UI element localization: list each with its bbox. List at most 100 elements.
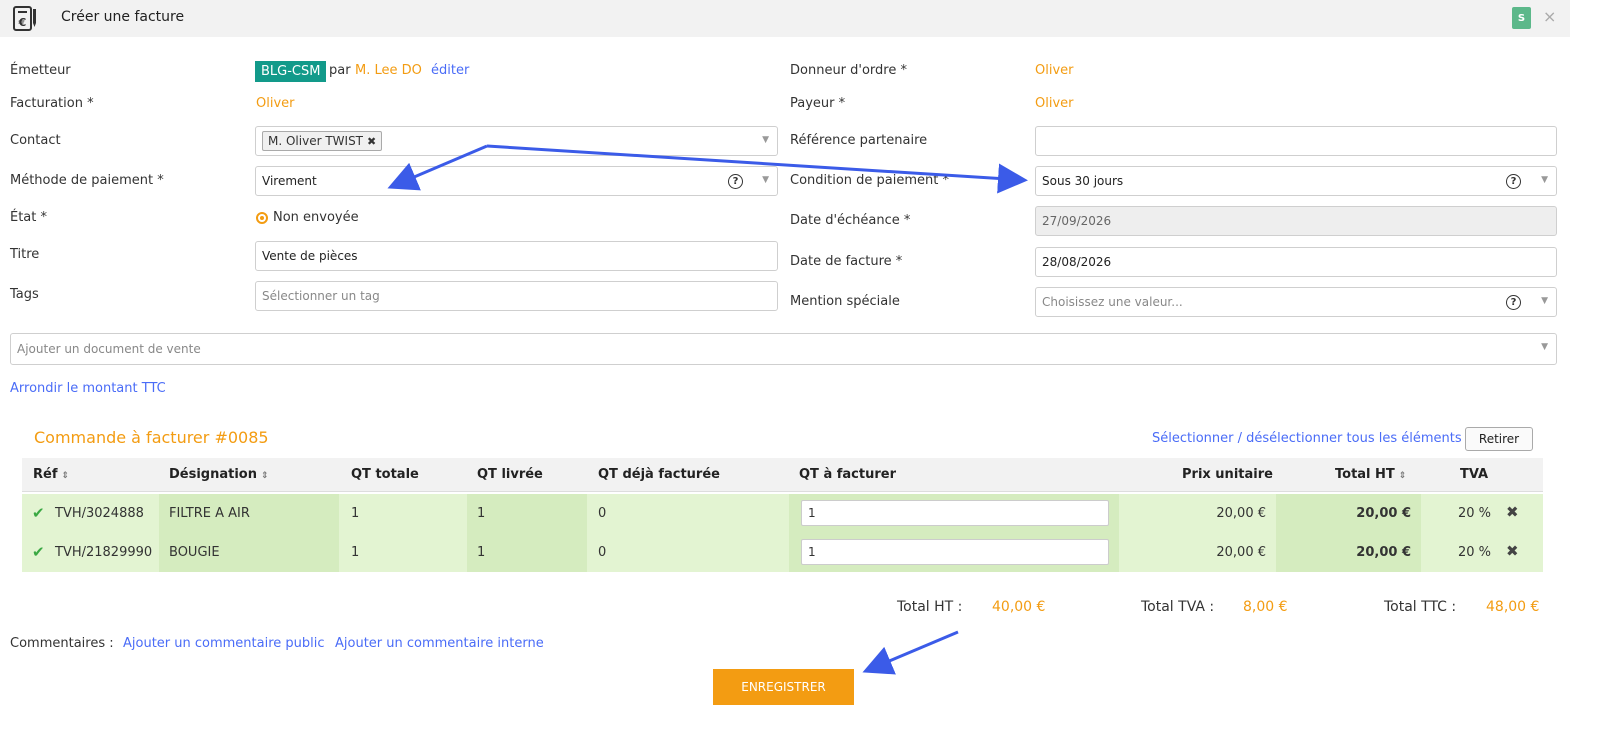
condition-value: Sous 30 jours xyxy=(1042,174,1124,188)
etat-label: État * xyxy=(10,210,48,225)
echeance-label: Date d'échéance * xyxy=(790,213,911,228)
dialog-header: € Créer une facture xyxy=(0,0,1570,37)
chevron-down-icon: ▼ xyxy=(1541,175,1548,185)
row-tva: 20 % xyxy=(1457,545,1491,560)
svg-text:€: € xyxy=(18,16,27,29)
tags-input[interactable]: Sélectionner un tag xyxy=(255,281,778,311)
payeur-value[interactable]: Oliver xyxy=(1035,96,1074,111)
emetteur-by: par xyxy=(329,63,351,78)
total-tva-label: Total TVA : xyxy=(1141,599,1215,615)
check-icon: ✔ xyxy=(32,543,45,561)
row-prix-unitaire: 20,00 € xyxy=(1216,506,1266,521)
row-designation: FILTRE A AIR xyxy=(169,506,250,521)
condition-label: Condition de paiement * xyxy=(790,173,950,188)
methode-label: Méthode de paiement * xyxy=(10,173,164,188)
col-qt-totale: QT totale xyxy=(351,467,419,482)
col-designation[interactable]: Désignation ⇕ xyxy=(169,467,269,482)
row-total-ht: 20,00 € xyxy=(1356,506,1411,521)
sales-document-placeholder: Ajouter un document de vente xyxy=(17,342,201,356)
help-icon[interactable]: ? xyxy=(1506,295,1521,310)
close-icon[interactable]: × xyxy=(1543,9,1556,25)
reference-label: Référence partenaire xyxy=(790,133,928,148)
order-title: Commande à facturer #0085 xyxy=(34,428,269,447)
mention-select[interactable]: Choisissez une valeur... ? ▼ xyxy=(1035,287,1557,317)
row-qt-livree: 1 xyxy=(477,506,486,521)
total-ht-value: 40,00 € xyxy=(992,599,1046,615)
mention-label: Mention spéciale xyxy=(790,294,900,309)
col-tva: TVA xyxy=(1460,467,1489,482)
donneur-value[interactable]: Oliver xyxy=(1035,63,1074,78)
row-prix-unitaire: 20,00 € xyxy=(1216,545,1266,560)
edit-emetteur-link[interactable]: éditer xyxy=(431,63,469,78)
date-facture-input[interactable]: 28/08/2026 xyxy=(1035,247,1557,277)
condition-select[interactable]: Sous 30 jours ? ▼ xyxy=(1035,166,1557,196)
row-ref: TVH/21829990 xyxy=(55,545,153,560)
user-badge[interactable]: S xyxy=(1512,7,1531,29)
contact-chip-label: M. Oliver TWIST xyxy=(268,134,364,148)
chevron-down-icon: ▼ xyxy=(1541,342,1548,352)
invoice-euro-icon: € xyxy=(13,6,36,31)
remove-button[interactable]: Retirer xyxy=(1465,427,1533,451)
facturation-value[interactable]: Oliver xyxy=(256,96,295,111)
emetteur-badge: BLG-CSM xyxy=(255,61,327,82)
col-ref[interactable]: Réf ⇕ xyxy=(33,467,69,482)
row-qt-totale: 1 xyxy=(351,506,360,521)
col-prix-unitaire: Prix unitaire xyxy=(1182,467,1273,482)
reference-input[interactable] xyxy=(1035,126,1557,156)
remove-contact-icon[interactable]: ✖ xyxy=(367,135,376,148)
arrow-to-save xyxy=(862,630,959,675)
emetteur-label: Émetteur xyxy=(10,63,71,78)
check-icon: ✔ xyxy=(32,504,45,522)
add-public-comment-link[interactable]: Ajouter un commentaire public xyxy=(123,636,325,651)
total-tva-value: 8,00 € xyxy=(1243,599,1288,615)
col-total-ht[interactable]: Total HT ⇕ xyxy=(1335,467,1406,482)
qty-input[interactable]: 1 xyxy=(801,539,1109,565)
row-ref: TVH/3024888 xyxy=(55,506,144,521)
sales-document-select[interactable]: Ajouter un document de vente ▼ xyxy=(10,333,1557,365)
etat-value: Non envoyée xyxy=(273,210,359,225)
dialog-title: Créer une facture xyxy=(61,9,185,25)
row-qt-totale: 1 xyxy=(351,545,360,560)
methode-select[interactable]: Virement ? ▼ xyxy=(255,166,778,196)
facturation-label: Facturation * xyxy=(10,96,94,111)
chevron-down-icon: ▼ xyxy=(762,175,769,185)
titre-value: Vente de pièces xyxy=(262,249,358,263)
table-row[interactable]: ✔ TVH/3024888 FILTRE A AIR 1 1 0 1 20,00… xyxy=(22,494,1543,533)
row-tva: 20 % xyxy=(1457,506,1491,521)
titre-label: Titre xyxy=(10,247,40,262)
chevron-down-icon: ▼ xyxy=(1541,296,1548,306)
remove-row-icon[interactable]: ✖ xyxy=(1506,542,1519,560)
contact-label: Contact xyxy=(10,133,61,148)
total-ttc-label: Total TTC : xyxy=(1384,599,1457,615)
date-facture-label: Date de facture * xyxy=(790,254,903,269)
select-all-link[interactable]: Sélectionner / désélectionner tous les é… xyxy=(1152,431,1462,446)
sort-icon: ⇕ xyxy=(261,471,269,481)
chevron-down-icon: ▼ xyxy=(762,135,769,145)
qty-input[interactable]: 1 xyxy=(801,500,1109,526)
tags-label: Tags xyxy=(10,287,39,302)
contact-select[interactable]: M. Oliver TWIST ✖ ▼ xyxy=(255,126,778,156)
row-designation: BOUGIE xyxy=(169,545,220,560)
add-internal-comment-link[interactable]: Ajouter un commentaire interne xyxy=(335,636,544,651)
tags-placeholder: Sélectionner un tag xyxy=(262,289,380,303)
table-row[interactable]: ✔ TVH/21829990 BOUGIE 1 1 0 1 20,00 € 20… xyxy=(22,533,1543,572)
col-qt-livree: QT livrée xyxy=(477,467,543,482)
mention-placeholder: Choisissez une valeur... xyxy=(1042,295,1183,309)
comments-label: Commentaires : xyxy=(10,636,114,651)
col-qt-deja: QT déjà facturée xyxy=(598,467,720,482)
help-icon[interactable]: ? xyxy=(1506,174,1521,189)
total-ht-label: Total HT : xyxy=(897,599,963,615)
etat-radio[interactable] xyxy=(256,212,268,224)
emetteur-person: M. Lee DO xyxy=(355,63,422,78)
titre-input[interactable]: Vente de pièces xyxy=(255,241,778,271)
row-qt-deja: 0 xyxy=(598,506,607,521)
total-ttc-value: 48,00 € xyxy=(1486,599,1540,615)
sort-icon: ⇕ xyxy=(1398,471,1407,481)
help-icon[interactable]: ? xyxy=(728,174,743,189)
date-facture-value: 28/08/2026 xyxy=(1042,255,1112,269)
contact-chip: M. Oliver TWIST ✖ xyxy=(262,131,383,151)
save-button[interactable]: ENREGISTRER xyxy=(713,669,854,705)
remove-row-icon[interactable]: ✖ xyxy=(1506,503,1519,521)
echeance-value: 27/09/2026 xyxy=(1042,214,1112,228)
round-ttc-link[interactable]: Arrondir le montant TTC xyxy=(10,381,166,396)
